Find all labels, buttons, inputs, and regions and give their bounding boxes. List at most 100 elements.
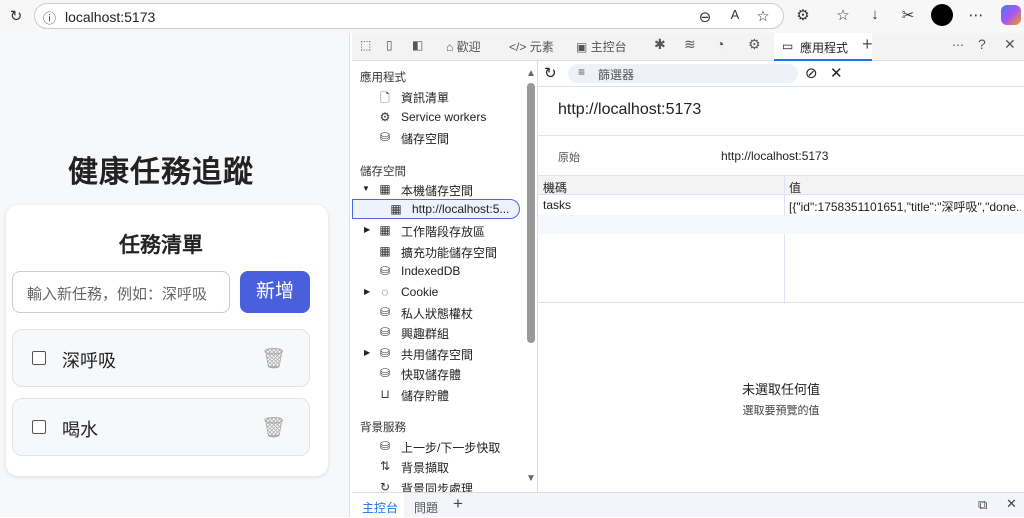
filter-input[interactable]: ≡ 篩選器 [568,64,798,83]
scroll-down-icon[interactable]: ▼ [526,473,536,484]
more-options-icon[interactable]: ⋯ [952,38,964,52]
screenshot-icon[interactable]: ✂ [898,6,918,24]
collapse-arrow-icon[interactable]: ▶ [364,287,370,296]
sidebar-item[interactable]: 共用儲存空間 [401,346,473,363]
storage-panel: ↻ ≡ 篩選器 ⊘ ✕ http://localhost:5173 原始 htt… [538,61,1024,492]
refresh-icon[interactable]: ↻ [544,64,557,82]
clear-all-icon[interactable]: ⊘ [805,64,818,82]
add-drawer-tab-icon[interactable]: + [453,494,463,514]
zoom-out-icon[interactable]: ⊖ [695,8,715,26]
dock-icon[interactable]: ◧ [412,38,423,52]
sidebar-item[interactable]: Cookie [401,285,438,299]
new-task-input[interactable]: 輸入新任務，例如：深呼吸 [12,271,230,313]
drawer-tabbar: 主控台 問題 + ⧉ ✕ [352,492,1024,518]
database-icon: ⛁ [379,325,391,339]
web-page: 健康任務追蹤 任務清單 輸入新任務，例如：深呼吸 新增 深呼吸 🗑 喝水 🗑 [0,33,350,517]
sidebar-item[interactable]: 快取儲存體 [401,366,461,383]
browser-toolbar: ↻ ⓘ localhost:5173 ⊖ A ☆ ⚙ ☆ ↓ ✂ ⋯ [0,0,1024,33]
info-icon[interactable]: ⓘ [43,8,56,27]
bug-icon[interactable]: ✱ [654,36,666,53]
database-icon: ⛁ [379,366,391,380]
network-icon[interactable]: ≋ [684,36,696,53]
table-icon: ▦ [379,244,391,258]
column-header-value[interactable]: 值 [789,179,801,196]
sidebar-item[interactable]: 背景擷取 [401,459,449,476]
section-title: 儲存空間 [360,166,406,178]
profile-avatar[interactable] [931,4,953,26]
delete-selected-icon[interactable]: ✕ [830,64,843,82]
tab-application[interactable]: ▭ 應用程式 [774,33,872,61]
tab-elements[interactable]: </> 元素 [509,38,554,55]
tab-welcome[interactable]: ⌂ 歡迎 [446,38,481,55]
url-text: localhost:5173 [65,9,156,25]
scroll-up-icon[interactable]: ▲ [526,68,536,79]
drawer-tab-issues[interactable]: 問題 [414,499,438,516]
code-icon: </> [509,40,530,54]
database-icon: ⛁ [379,130,391,144]
column-header-key[interactable]: 機碼 [543,179,567,196]
collapse-arrow-icon[interactable]: ▶ [364,348,370,357]
add-tab-icon[interactable]: + [862,34,873,55]
sidebar-item-localhost[interactable]: http://localhost:5... [412,202,509,216]
sidebar-item[interactable]: IndexedDB [401,264,460,278]
sidebar-item[interactable]: 工作階段存放區 [401,223,485,240]
sidebar-item[interactable]: 儲存貯體 [401,387,449,404]
inspect-icon[interactable]: ⬚ [360,38,371,52]
sidebar-item[interactable]: 擴充功能儲存空間 [401,244,497,261]
refresh-icon[interactable]: ↻ [6,7,26,25]
drawer-tab-console[interactable]: 主控台 [362,499,398,516]
download-icon[interactable]: ↓ [865,6,885,23]
section-title: 背景服務 [360,422,406,434]
sidebar-item[interactable]: 儲存空間 [401,130,449,147]
database-icon: ⛁ [379,264,391,278]
device-emulation-icon[interactable]: ▯ [386,38,393,52]
performance-icon[interactable]: ◔ [716,36,724,52]
section-title: 應用程式 [360,72,406,84]
favorites-icon[interactable]: ☆ [833,6,853,24]
trash-icon[interactable]: 🗑 [261,415,286,439]
empty-preview-subtitle: 選取要預覽的值 [742,405,820,417]
sidebar-item[interactable]: Service workers [401,110,486,124]
sidebar-item[interactable]: 私人狀態權杖 [401,305,473,322]
storage-table: 機碼 值 tasks [{"id":1758351101651,"title":… [538,175,1024,304]
expand-arrow-icon[interactable]: ▼ [362,184,370,193]
devtools-tabbar: ⬚ ▯ ◧ ⌂ 歡迎 </> 元素 ▣ 主控台 ✱ ≋ ◔ ⚙ ▭ 應用程式 +… [352,33,1024,61]
row-key: tasks [543,198,572,212]
read-aloud-icon[interactable]: A [725,7,745,22]
sidebar-item[interactable]: 資訊清單 [401,89,449,106]
more-icon[interactable]: ⋯ [966,6,986,24]
tab-console[interactable]: ▣ 主控台 [576,38,627,55]
table-row[interactable]: tasks [{"id":1758351101651,"title":"深呼吸"… [538,195,1024,215]
task-title: 深呼吸 [62,351,116,371]
table-icon: ▦ [390,202,402,216]
fetch-arrows-icon: ⇅ [379,459,391,473]
row-value: [{"id":1758351101651,"title":"深呼吸","done… [789,200,1021,214]
address-bar[interactable]: ⓘ localhost:5173 ⊖ A ☆ [34,3,784,29]
favorite-star-icon[interactable]: ☆ [753,7,773,25]
storage-toolbar: ↻ ≡ 篩選器 ⊘ ✕ [538,61,1024,87]
trash-icon[interactable]: 🗑 [261,346,286,370]
add-task-button[interactable]: 新增 [240,271,310,313]
dock-drawer-icon[interactable]: ⧉ [978,497,987,513]
sidebar-scrollbar[interactable] [527,83,535,343]
memory-icon[interactable]: ⚙ [748,36,761,53]
extensions-icon[interactable]: ⚙ [793,6,813,24]
task-checkbox[interactable] [32,420,46,434]
sidebar-item[interactable]: 背景同步處理 [401,480,473,492]
task-checkbox[interactable] [32,351,46,365]
cookie-icon: ◌ [381,285,389,299]
task-item: 喝水 🗑 [12,398,310,456]
application-icon: ▭ [782,39,794,53]
collapse-arrow-icon[interactable]: ▶ [364,225,370,234]
close-devtools-icon[interactable]: ✕ [1004,36,1016,53]
help-icon[interactable]: ? [978,36,986,52]
sidebar-item[interactable]: 上一步/下一步快取 [401,439,500,456]
copilot-icon[interactable] [1001,5,1021,25]
task-card: 任務清單 輸入新任務，例如：深呼吸 新增 深呼吸 🗑 喝水 🗑 [6,205,328,476]
sidebar-item[interactable]: 興趣群組 [401,325,449,342]
close-drawer-icon[interactable]: ✕ [1006,496,1017,512]
bucket-icon: ⊔ [380,387,390,401]
table-icon: ▦ [379,182,391,196]
database-icon: ⛁ [379,439,391,453]
sidebar-item[interactable]: 本機儲存空間 [401,182,473,199]
